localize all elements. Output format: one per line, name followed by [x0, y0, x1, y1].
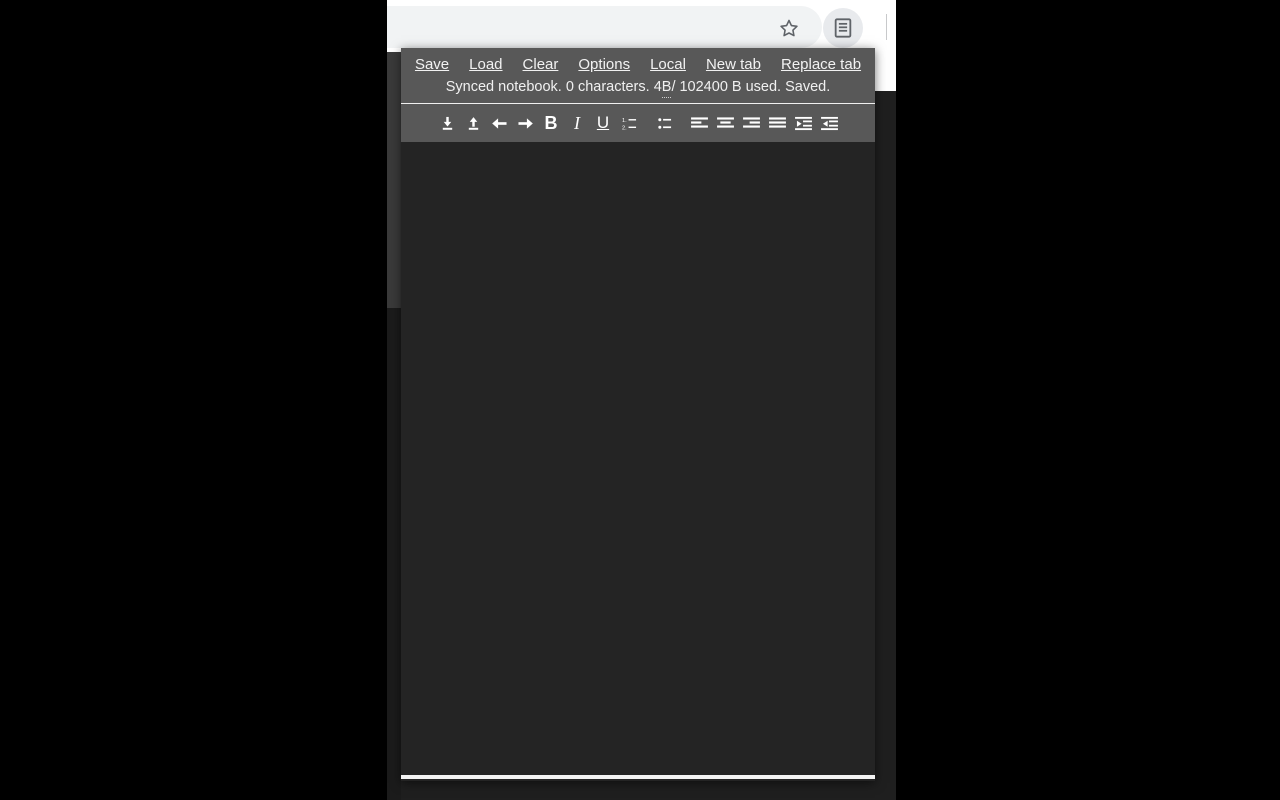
underline-icon[interactable]: U: [591, 110, 615, 136]
menu-item-replace-tab[interactable]: Replace tab: [771, 55, 871, 75]
notebook-editor[interactable]: [401, 142, 875, 781]
extension-icon-button[interactable]: [823, 8, 863, 48]
indent-icon[interactable]: [791, 110, 815, 136]
screen: Save Load Clear Options Local New tab Re…: [0, 0, 1280, 800]
status-suffix: / 102400 B used. Saved.: [671, 79, 831, 95]
align-right-icon[interactable]: [739, 110, 763, 136]
menu-item-new-tab[interactable]: New tab: [696, 55, 771, 75]
status-prefix: Synced notebook. 0 characters. 4: [445, 79, 662, 95]
bullet-list-icon[interactable]: [652, 110, 676, 136]
toolbar-divider: [886, 14, 887, 40]
arrow-right-icon[interactable]: [513, 110, 537, 136]
editor-content[interactable]: [401, 142, 875, 178]
star-outline-icon[interactable]: [771, 12, 807, 44]
outdent-icon[interactable]: [817, 110, 841, 136]
menu-item-local[interactable]: Local: [640, 55, 696, 75]
align-left-icon[interactable]: [687, 110, 711, 136]
svg-text:2.: 2.: [622, 125, 627, 130]
notebook-document-icon: [832, 17, 854, 39]
menu-item-clear[interactable]: Clear: [513, 55, 569, 75]
popup-menu-bar: Save Load Clear Options Local New tab Re…: [401, 55, 875, 75]
align-justify-icon[interactable]: [765, 110, 789, 136]
menu-item-save[interactable]: Save: [405, 55, 459, 75]
menu-item-load[interactable]: Load: [459, 55, 512, 75]
popup-header: Save Load Clear Options Local New tab Re…: [401, 48, 875, 104]
align-center-icon[interactable]: [713, 110, 737, 136]
address-bar[interactable]: [387, 6, 822, 48]
extension-popup: Save Load Clear Options Local New tab Re…: [401, 48, 875, 781]
status-unit-abbr: B: [661, 77, 672, 98]
page-left-edge-lower: [387, 308, 401, 800]
bold-icon[interactable]: B: [539, 110, 563, 136]
svg-text:1.: 1.: [622, 118, 627, 124]
browser-toolbar: [387, 0, 896, 52]
arrow-left-icon[interactable]: [487, 110, 511, 136]
toolbar-spacer: [642, 123, 651, 124]
numbered-list-icon[interactable]: 1. 2.: [617, 110, 641, 136]
formatting-toolbar: B I U 1. 2.: [401, 104, 875, 142]
status-bar: Synced notebook. 0 characters. 4 B / 102…: [401, 77, 875, 98]
italic-icon[interactable]: I: [565, 110, 589, 136]
menu-item-options[interactable]: Options: [568, 55, 640, 75]
download-icon[interactable]: [435, 110, 459, 136]
toolbar-spacer-2: [677, 123, 686, 124]
popup-resize-handle[interactable]: [401, 775, 875, 779]
upload-icon[interactable]: [461, 110, 485, 136]
